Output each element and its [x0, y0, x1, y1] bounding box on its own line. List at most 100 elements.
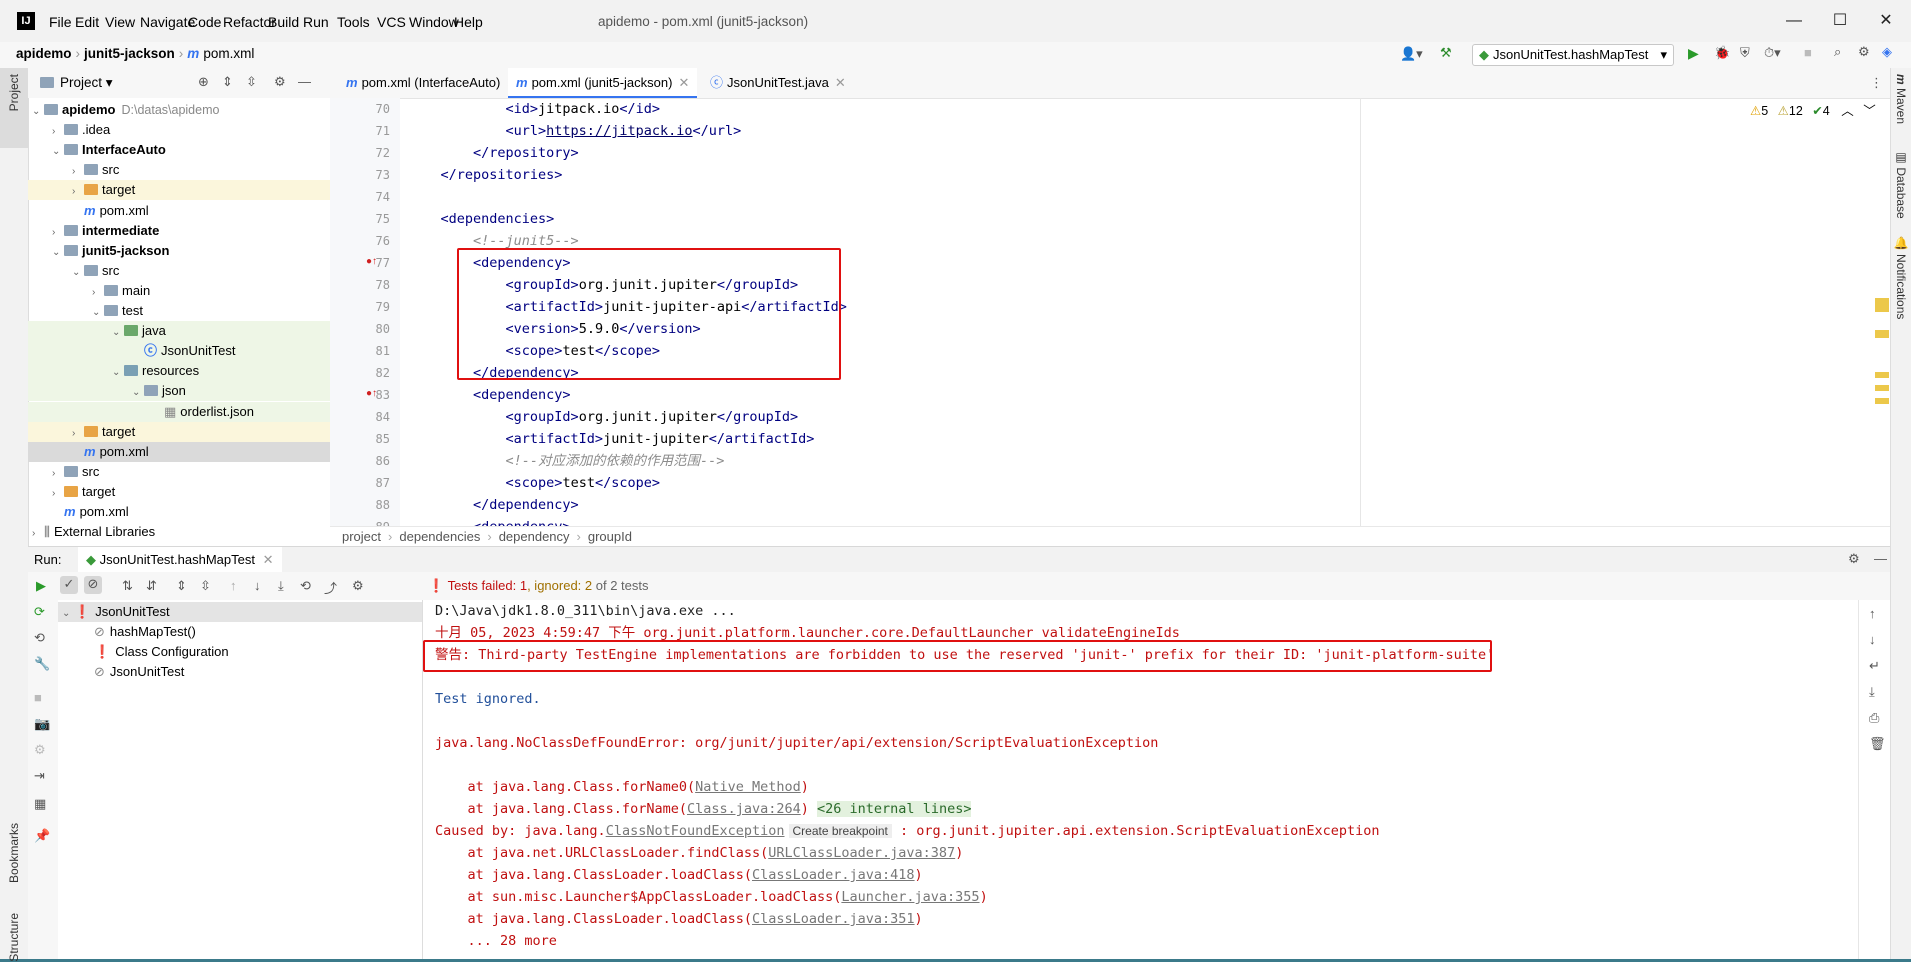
editor-breadcrumb-item[interactable]: project — [342, 529, 381, 544]
collapse-all-icon[interactable]: ⇳ — [246, 74, 257, 90]
print-icon[interactable]: ⎙ — [1869, 710, 1879, 726]
chevron-right-icon[interactable]: › — [72, 182, 84, 202]
menu-edit[interactable]: Edit — [75, 14, 99, 32]
tree-item[interactable]: ⌄ java — [28, 321, 330, 343]
chevron-right-icon[interactable]: › — [72, 162, 84, 182]
prev-failed-icon[interactable]: ↑ — [230, 578, 237, 593]
stop-icon[interactable]: ■ — [1804, 45, 1812, 60]
next-highlight-icon[interactable]: ﹀ — [1863, 104, 1876, 118]
tree-item[interactable]: m pom.xml — [28, 441, 330, 462]
run-settings-icon[interactable]: ⚙ — [1848, 551, 1860, 567]
dependency-marker-icon[interactable]: ●↑ — [366, 256, 377, 267]
chevron-down-icon[interactable]: ⌄ — [92, 303, 104, 323]
editor-breadcrumb-item[interactable]: dependencies — [399, 529, 480, 544]
stack-link[interactable]: ClassLoader.java:418 — [752, 867, 915, 883]
close-button[interactable]: ✕ — [1871, 10, 1901, 32]
camera-icon[interactable]: 📷 — [34, 716, 50, 732]
close-tab-icon[interactable]: ✕ — [678, 75, 689, 90]
stop-icon[interactable]: ■ — [34, 690, 42, 705]
rerun-icon[interactable]: ▶ — [36, 578, 46, 594]
trash-icon[interactable]: 🗑 — [1869, 736, 1886, 752]
bookmarks-tool-label[interactable]: Bookmarks — [7, 823, 21, 883]
menu-run[interactable]: Run — [303, 14, 329, 32]
tree-item[interactable]: › target — [28, 421, 330, 444]
chevron-down-icon[interactable]: ⌄ — [72, 263, 84, 283]
editor-breadcrumb-item[interactable]: dependency — [499, 529, 570, 544]
plugins-icon[interactable]: ◈ — [1882, 44, 1892, 60]
close-tab-icon[interactable]: ✕ — [835, 75, 846, 90]
hide-panel-icon[interactable]: — — [298, 74, 311, 89]
internal-lines-fold[interactable]: <26 internal lines> — [817, 801, 972, 817]
up-stack-icon[interactable]: ↑ — [1869, 606, 1876, 621]
test-node[interactable]: ❗ Class Configuration — [58, 642, 422, 662]
stack-link[interactable]: URLClassLoader.java:387 — [768, 845, 955, 861]
chevron-right-icon[interactable]: › — [52, 122, 64, 142]
database-tool-tab[interactable]: ▤ Database — [1894, 150, 1908, 219]
sort-alpha-icon[interactable]: ⇅ — [122, 578, 133, 594]
chevron-right-icon[interactable]: › — [72, 424, 84, 444]
test-node[interactable]: ⌄ ❗ JsonUnitTest — [58, 602, 422, 622]
chevron-right-icon[interactable]: › — [52, 464, 64, 484]
collapse-all-icon[interactable]: ⇳ — [200, 578, 211, 594]
menu-file[interactable]: File — [49, 14, 72, 32]
build-hammer-icon[interactable]: ⚒ — [1440, 45, 1452, 61]
menu-help[interactable]: Help — [454, 14, 483, 32]
tree-item[interactable]: ⌄ junit5-jackson — [28, 241, 330, 261]
gear-icon[interactable]: ⚙ — [1858, 44, 1870, 60]
breadcrumb-item[interactable]: apidemo — [16, 46, 72, 61]
menu-window[interactable]: Window — [409, 14, 459, 32]
toggle-auto-test-icon[interactable]: ⟲ — [34, 630, 45, 646]
more-tabs-icon[interactable]: ⋮ — [1870, 75, 1883, 91]
run-tab[interactable]: ◆ JsonUnitTest.hashMapTest ✕ — [78, 547, 282, 575]
expand-all-icon[interactable]: ⇕ — [176, 578, 187, 594]
menu-code[interactable]: Code — [188, 14, 221, 32]
console-output[interactable]: D:\Java\jdk1.8.0_311\bin\java.exe ... 十月… — [423, 600, 1858, 959]
editor-tab[interactable]: m pom.xml (junit5-jackson) ✕ — [508, 68, 698, 98]
tree-item[interactable]: ⌄ src — [28, 261, 330, 281]
exit-icon[interactable]: ⇥ — [34, 768, 45, 784]
structure-tool-label[interactable]: Structure — [7, 913, 21, 962]
editor-breadcrumb-item[interactable]: groupId — [588, 529, 632, 544]
pin-icon[interactable]: 📌 — [34, 828, 50, 844]
chevron-down-icon[interactable]: ⌄ — [52, 243, 64, 263]
show-passed-icon[interactable]: ✓ — [60, 576, 78, 594]
breadcrumb-item[interactable]: pom.xml — [203, 46, 254, 61]
next-failed-icon[interactable]: ↓ — [254, 578, 261, 593]
show-ignored-icon[interactable]: ⊘ — [84, 576, 102, 594]
tree-item[interactable]: m pom.xml — [28, 502, 330, 522]
chevron-down-icon[interactable]: ⌄ — [112, 323, 124, 343]
chevron-down-icon[interactable]: ⌄ — [132, 383, 144, 403]
stack-link[interactable]: ClassLoader.java:351 — [752, 911, 915, 927]
soft-wrap-icon[interactable]: ↵ — [1869, 658, 1880, 674]
profiler-icon[interactable]: ⏱▾ — [1764, 45, 1781, 61]
tree-item[interactable]: › src — [28, 462, 330, 482]
tree-item[interactable]: ⌄ apidemo D:\datas\apidemo — [28, 100, 330, 120]
menu-vcs[interactable]: VCS — [377, 14, 406, 32]
project-view-select[interactable]: Project ▾ — [60, 75, 113, 91]
chevron-right-icon[interactable]: › — [52, 223, 64, 243]
hide-run-icon[interactable]: — — [1874, 551, 1887, 566]
menu-navigate[interactable]: Navigate — [140, 14, 195, 32]
expand-all-icon[interactable]: ⇕ — [222, 74, 233, 90]
chevron-right-icon[interactable]: › — [52, 484, 64, 504]
create-breakpoint-link[interactable]: Create breakpoint — [788, 824, 892, 838]
chevron-down-icon[interactable]: ⌄ — [32, 102, 44, 122]
rerun-failed-icon[interactable]: ⟳ — [34, 604, 45, 620]
tree-item[interactable]: › ⫼ External Libraries — [28, 522, 330, 542]
tree-item[interactable]: › intermediate — [28, 221, 330, 241]
tree-item[interactable]: ⓒ JsonUnitTest — [28, 341, 330, 362]
debug-gear-icon[interactable]: ⚙ — [34, 742, 46, 758]
editor-tab[interactable]: mpom.xml (InterfaceAuto)✕ — [338, 68, 525, 98]
maven-tool-tab[interactable]: m Maven — [1894, 74, 1908, 124]
tree-item[interactable]: ⌄ resources — [28, 361, 330, 382]
layout-icon[interactable]: ▦ — [34, 796, 46, 812]
url-link[interactable]: https://jitpack.io — [546, 123, 692, 139]
search-icon[interactable]: ⌕ — [1834, 44, 1841, 60]
notifications-tool-tab[interactable]: 🔔 Notifications — [1894, 236, 1908, 319]
down-stack-icon[interactable]: ↓ — [1869, 632, 1876, 647]
tree-item[interactable]: m pom.xml — [28, 201, 330, 221]
vcs-user-icon[interactable]: 👤▾ — [1400, 46, 1423, 62]
run-config-select[interactable]: ◆ JsonUnitTest.hashMapTest ▾ — [1472, 44, 1674, 66]
tree-item[interactable]: ⌄ InterfaceAuto — [28, 140, 330, 160]
chevron-down-icon[interactable]: ⌄ — [52, 142, 64, 162]
